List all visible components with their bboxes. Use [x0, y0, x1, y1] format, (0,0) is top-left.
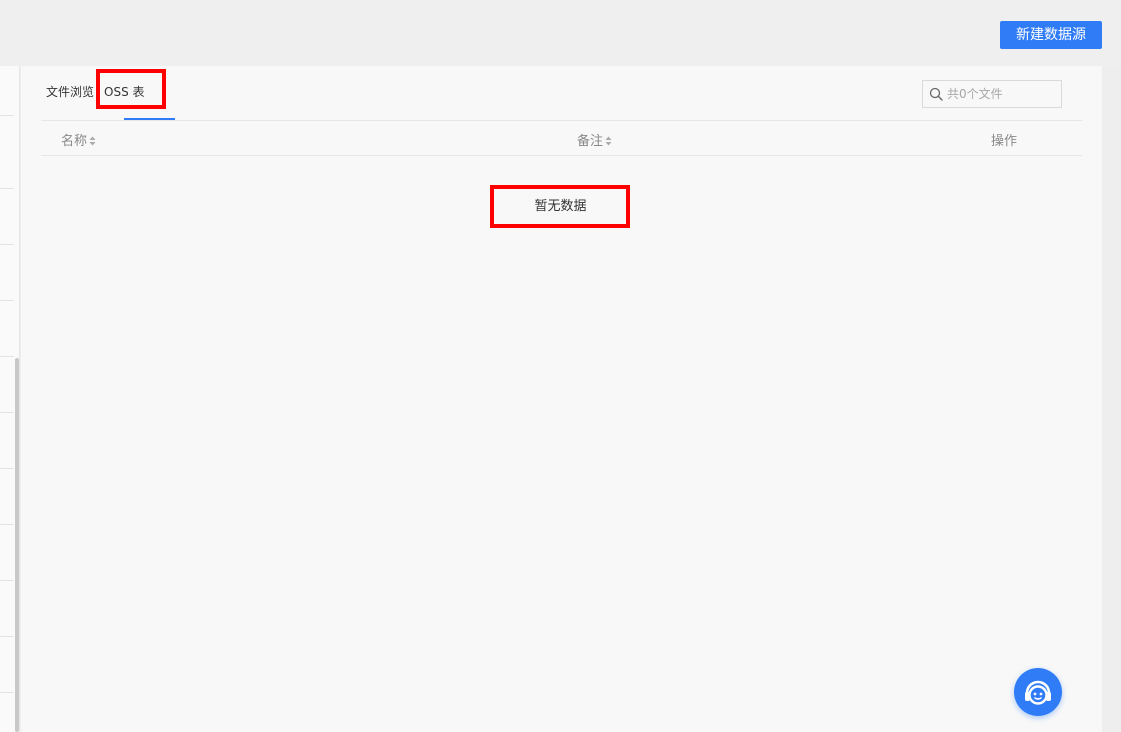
left-list-row[interactable] [0, 636, 14, 637]
tab-oss-table[interactable]: OSS 表 [104, 83, 145, 100]
column-header-label: 备注 [577, 134, 604, 149]
column-header-label: 操作 [991, 134, 1018, 149]
column-header-name[interactable]: 名称 [61, 130, 96, 149]
left-list-row[interactable] [0, 115, 14, 116]
left-scrollbar[interactable] [15, 358, 19, 732]
sort-icon[interactable] [605, 136, 612, 146]
search-box[interactable] [922, 80, 1062, 108]
top-bar: 新建数据源 [0, 0, 1121, 66]
search-input[interactable] [947, 85, 1057, 103]
left-list-row[interactable] [0, 356, 14, 357]
column-header-remark[interactable]: 备注 [577, 130, 612, 149]
left-list-strip [0, 66, 20, 732]
left-list-row[interactable] [0, 412, 14, 413]
column-header-action: 操作 [991, 130, 1017, 149]
search-icon [929, 87, 943, 101]
new-datasource-button[interactable]: 新建数据源 [1000, 21, 1102, 49]
table-header: 名称 备注 操作 [41, 120, 1082, 156]
left-list-row[interactable] [0, 468, 14, 469]
left-list-row[interactable] [0, 524, 14, 525]
tab-file-browse[interactable]: 文件浏览 [46, 83, 94, 100]
sort-icon[interactable] [89, 136, 96, 146]
left-list-row[interactable] [0, 188, 14, 189]
left-list-row[interactable] [0, 692, 14, 693]
empty-state-text: 暂无数据 [534, 199, 587, 214]
column-header-label: 名称 [61, 134, 88, 149]
customer-service-button[interactable] [1014, 668, 1062, 716]
left-list-row[interactable] [0, 244, 14, 245]
left-list-row[interactable] [0, 300, 14, 301]
customer-service-icon [1025, 680, 1051, 705]
content-panel: 文件浏览 OSS 表 名称 备注 操作 暂无数据 [21, 66, 1102, 732]
left-list-row[interactable] [0, 580, 14, 581]
